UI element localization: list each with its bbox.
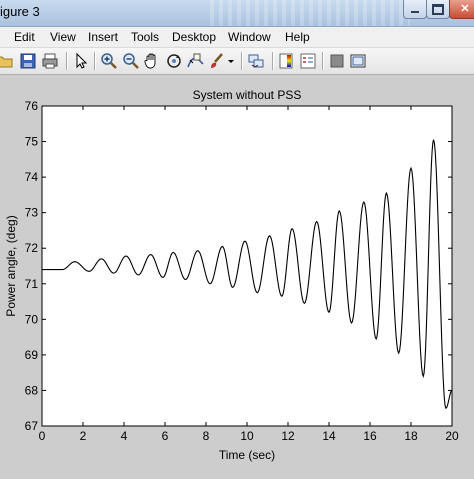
y-tick-label: 71: [25, 277, 39, 291]
toolbar-separator: [241, 52, 243, 70]
link-plot-icon[interactable]: [247, 52, 265, 70]
open-folder-icon[interactable]: [0, 52, 14, 70]
menu-window[interactable]: Window: [228, 30, 271, 44]
pointer-icon[interactable]: [72, 52, 90, 70]
brush-icon[interactable]: [208, 52, 226, 70]
y-tick-label: 73: [25, 206, 39, 220]
x-tick-label: 6: [162, 429, 169, 443]
menu-bar: Edit View Insert Tools Desktop Window He…: [0, 27, 474, 48]
close-button[interactable]: ✕: [449, 0, 474, 19]
maximize-icon: [432, 3, 444, 15]
toolbar-separator: [272, 52, 274, 70]
y-tick-label: 76: [25, 99, 39, 113]
x-tick-label: 10: [240, 429, 254, 443]
minimize-button[interactable]: [403, 0, 427, 19]
titlebar-glass-effect: [210, 0, 410, 26]
maximize-button[interactable]: [426, 0, 450, 19]
x-tick-label: 2: [80, 429, 87, 443]
menu-edit[interactable]: Edit: [14, 30, 35, 44]
pan-hand-icon[interactable]: [143, 52, 161, 70]
menu-insert[interactable]: Insert: [88, 30, 118, 44]
y-tick-label: 75: [25, 135, 39, 149]
menu-desktop[interactable]: Desktop: [172, 30, 216, 44]
x-tick-label: 18: [404, 429, 418, 443]
close-icon: ✕: [460, 3, 470, 15]
data-cursor-icon[interactable]: [187, 52, 205, 70]
toolbar-separator: [94, 52, 96, 70]
x-tick-label: 0: [39, 429, 46, 443]
save-icon[interactable]: [19, 52, 37, 70]
chart-title: System without PSS: [193, 88, 302, 102]
menu-tools[interactable]: Tools: [131, 30, 159, 44]
rotate-3d-icon[interactable]: [165, 52, 183, 70]
zoom-out-icon[interactable]: [122, 52, 140, 70]
colorbar-icon[interactable]: [277, 52, 295, 70]
x-tick-label: 8: [203, 429, 210, 443]
y-axis-label: Power angle, (deg): [4, 215, 18, 316]
toolbar-separator: [322, 52, 324, 70]
menu-view[interactable]: View: [50, 30, 76, 44]
y-tick-label: 72: [25, 241, 39, 255]
minimize-icon: [411, 11, 419, 13]
zoom-in-icon[interactable]: [100, 52, 118, 70]
figure-toolbar: [0, 48, 474, 75]
x-tick-label: 20: [445, 429, 459, 443]
x-tick-label: 16: [363, 429, 377, 443]
window-titlebar: igure 3 ✕: [0, 0, 474, 27]
window-title: igure 3: [0, 4, 40, 19]
x-tick-label: 4: [121, 429, 128, 443]
brush-dropdown-icon[interactable]: [226, 52, 236, 70]
menu-help[interactable]: Help: [285, 30, 310, 44]
show-plot-tools-icon[interactable]: [349, 52, 367, 70]
plot-area: [41, 105, 453, 427]
x-axis-label: Time (sec): [219, 448, 275, 462]
figure-canvas: System without PSS 0 2 4 6 8 10 12 14 16 18 20 67 6…: [0, 75, 474, 474]
y-tick-label: 67: [25, 419, 39, 433]
toolbar-separator: [66, 52, 68, 70]
x-tick-label: 14: [322, 429, 336, 443]
y-tick-label: 69: [25, 348, 39, 362]
y-tick-label: 70: [25, 312, 39, 326]
y-tick-label: 68: [25, 383, 39, 397]
print-icon[interactable]: [41, 52, 59, 70]
line-chart: System without PSS 0 2 4 6 8 10 12 14 16 18 20 676…: [4, 88, 459, 462]
legend-icon[interactable]: [299, 52, 317, 70]
hide-plot-tools-icon[interactable]: [328, 52, 346, 70]
x-tick-label: 12: [281, 429, 295, 443]
y-tick-label: 74: [25, 170, 39, 184]
